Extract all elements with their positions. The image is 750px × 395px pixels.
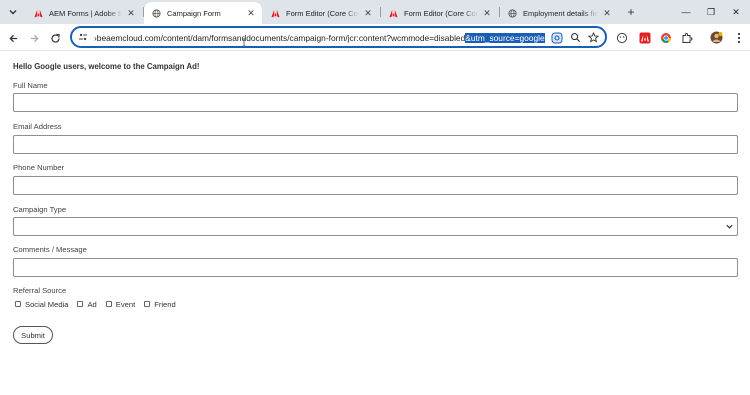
- checkbox[interactable]: [77, 301, 84, 307]
- tab-close-icon[interactable]: ✕: [602, 8, 612, 19]
- text-cursor-icon: [242, 38, 246, 47]
- tab-title: Campaign Form: [167, 8, 221, 18]
- window-close-button[interactable]: ✕: [722, 2, 750, 22]
- campaign-type-label: Campaign Type: [13, 205, 67, 214]
- globe-icon: [508, 8, 517, 18]
- url-text[interactable]: ›beaemcloud.com/content/dam/formsanddocu…: [94, 32, 574, 44]
- adobe-icon: [271, 9, 280, 18]
- referral-option-event[interactable]: Event: [105, 299, 136, 309]
- tab-campaign-form[interactable]: Campaign Form ✕: [144, 2, 262, 24]
- maximize-button[interactable]: ❐: [697, 2, 725, 22]
- full-name-label: Full Name: [13, 81, 48, 90]
- checkbox-label: Social Media: [25, 299, 69, 309]
- tab-employment-details[interactable]: Employment details field ✕: [500, 2, 618, 24]
- submit-button[interactable]: Submit: [13, 326, 53, 344]
- tab-title: Employment details field: [523, 8, 598, 18]
- extensions-puzzle-icon[interactable]: [679, 30, 694, 45]
- adobe-icon: [34, 9, 43, 18]
- referral-source-label: Referral Source: [13, 286, 67, 295]
- browser-menu-icon[interactable]: [731, 30, 746, 45]
- reload-icon[interactable]: [46, 29, 64, 47]
- back-arrow-icon[interactable]: [4, 29, 22, 47]
- tab-close-icon[interactable]: ✕: [363, 8, 373, 19]
- tab-search-chevron-icon[interactable]: [4, 3, 22, 21]
- referral-option-friend[interactable]: Friend: [144, 300, 176, 309]
- phone-label: Phone Number: [13, 163, 65, 172]
- chrome-extension-icon[interactable]: [658, 30, 673, 45]
- tab-close-icon[interactable]: ✕: [482, 8, 492, 19]
- address-bar[interactable]: ›beaemcloud.com/content/dam/formsanddocu…: [70, 26, 607, 48]
- checkbox[interactable]: [105, 301, 112, 307]
- tab-strip: AEM Forms | Adobe Expe ✕ Campaign Form ✕…: [0, 0, 750, 24]
- tab-form-editor-1[interactable]: Form Editor (Core Comp ✕: [263, 2, 379, 24]
- url-prefix: ›beaemcloud.com/content/dam/formsanddocu…: [94, 33, 466, 43]
- page-content: Hello Google users, welcome to the Campa…: [0, 52, 750, 395]
- tab-aem-forms[interactable]: AEM Forms | Adobe Expe ✕: [26, 2, 142, 24]
- zoom-icon[interactable]: [569, 31, 582, 44]
- checkbox-label: Event: [115, 299, 136, 309]
- adobe-icon: [389, 9, 398, 18]
- checkbox[interactable]: [15, 301, 21, 307]
- phone-input[interactable]: [13, 176, 738, 195]
- forward-arrow-icon[interactable]: [25, 29, 43, 47]
- bookmark-star-icon[interactable]: [587, 31, 600, 44]
- email-input[interactable]: [13, 135, 738, 154]
- checkbox-label: Friend: [154, 299, 176, 309]
- checkbox[interactable]: [144, 301, 151, 307]
- chevron-down-icon: [726, 224, 733, 229]
- url-selected-param: &utm_source=google: [465, 33, 545, 43]
- minimize-button[interactable]: —: [672, 2, 700, 22]
- comments-input[interactable]: [13, 258, 738, 277]
- globe-icon: [152, 8, 161, 18]
- comments-label: Comments / Message: [13, 245, 87, 254]
- checkbox-label: Ad: [87, 299, 97, 309]
- extension-face-icon[interactable]: [614, 30, 629, 45]
- tab-title: Form Editor (Core Comp: [404, 8, 478, 18]
- tab-title: Form Editor (Core Comp: [286, 8, 359, 18]
- adobe-extension-icon[interactable]: [637, 30, 652, 45]
- welcome-heading: Hello Google users, welcome to the Campa…: [13, 62, 200, 71]
- campaign-type-select[interactable]: [13, 217, 738, 236]
- referral-option-social-media[interactable]: Social Media: [15, 300, 68, 309]
- referral-checkbox-group: Social Media Ad Event Friend: [15, 299, 185, 309]
- referral-option-ad[interactable]: Ad: [77, 299, 97, 309]
- google-lens-icon[interactable]: [550, 31, 563, 44]
- browser-toolbar: ›beaemcloud.com/content/dam/formsanddocu…: [0, 24, 750, 51]
- new-tab-button[interactable]: +: [623, 4, 639, 20]
- full-name-input[interactable]: [13, 93, 738, 112]
- tab-close-icon[interactable]: ✕: [126, 8, 136, 19]
- email-label: Email Address: [13, 122, 62, 131]
- tab-close-icon[interactable]: ✕: [246, 8, 256, 19]
- tab-form-editor-2[interactable]: Form Editor (Core Comp ✕: [381, 2, 498, 24]
- profile-avatar[interactable]: [709, 30, 724, 45]
- tab-title: AEM Forms | Adobe Expe: [49, 8, 122, 18]
- site-info-icon[interactable]: [77, 31, 89, 43]
